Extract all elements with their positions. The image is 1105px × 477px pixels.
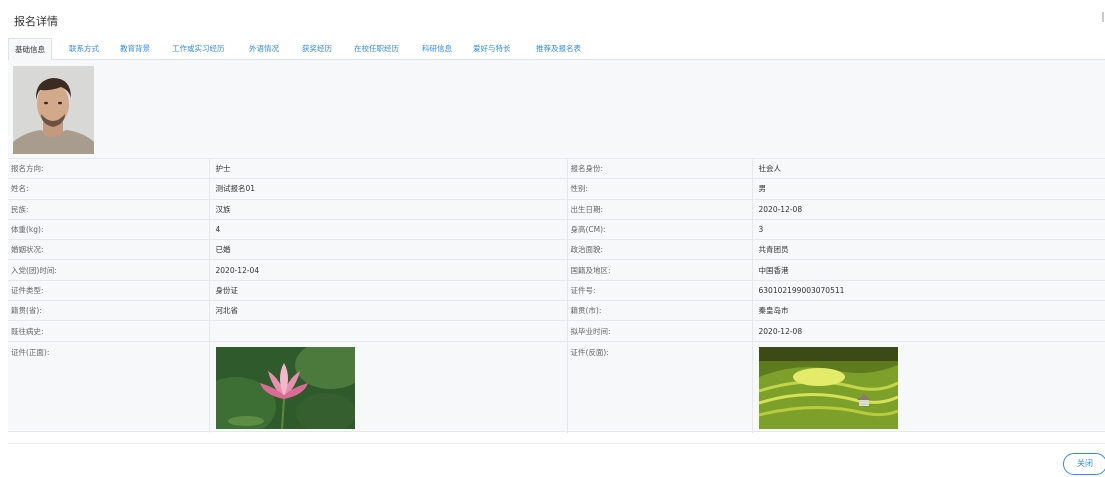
field-label: 民族:	[8, 198, 210, 220]
field-label: 体重(kg):	[8, 218, 210, 240]
field-value: 男	[752, 178, 1105, 200]
tab-contact[interactable]: 联系方式	[69, 38, 99, 60]
table-row: 婚姻状况: 已婚 政治面貌: 共青团员	[8, 239, 1105, 260]
tab-education[interactable]: 教育背景	[120, 38, 150, 60]
tab-hobbies[interactable]: 爱好与特长	[473, 38, 511, 60]
field-value: 已婚	[209, 239, 568, 260]
tab-research[interactable]: 科研信息	[422, 38, 452, 60]
id-back-image[interactable]	[758, 346, 898, 429]
field-label: 证件(反面):	[567, 340, 753, 434]
table-row: 既往病史: 拟毕业时间: 2020-12-08	[8, 320, 1105, 342]
field-value: 社会人	[752, 157, 1105, 179]
field-value: 秦皇岛市	[752, 300, 1105, 321]
field-label: 政治面貌:	[567, 239, 753, 260]
tab-language[interactable]: 外语情况	[249, 38, 279, 60]
field-value: 4	[209, 218, 568, 240]
field-label: 国籍及地区:	[567, 259, 753, 281]
table-row: 体重(kg): 4 身高(CM): 3	[8, 218, 1105, 240]
field-value	[752, 340, 1105, 434]
table-row: 姓名: 测试报名01 性别: 男	[8, 178, 1105, 200]
page-title: 报名详情	[14, 15, 58, 28]
field-value: 2020-12-08	[752, 320, 1105, 342]
close-button[interactable]: 关闭	[1063, 453, 1105, 475]
field-label: 身高(CM):	[567, 218, 753, 240]
field-label: 姓名:	[8, 178, 210, 200]
id-front-image[interactable]	[215, 346, 355, 429]
field-label: 籍贯(省):	[8, 300, 210, 321]
tab-work-experience[interactable]: 工作或实习经历	[172, 38, 225, 60]
field-value	[209, 320, 568, 342]
tab-campus-positions[interactable]: 在校任职经历	[354, 38, 399, 60]
field-value: 2020-12-04	[209, 259, 568, 281]
table-row: 报名方向: 护士 报名身份: 社会人	[8, 157, 1105, 179]
field-label: 拟毕业时间:	[567, 320, 753, 342]
field-label: 出生日期:	[567, 198, 753, 220]
field-label: 报名身份:	[567, 157, 753, 179]
table-row: 籍贯(省): 河北省 籍贯(市): 秦皇岛市	[8, 300, 1105, 321]
field-label: 证件类型:	[8, 279, 210, 301]
field-label: 证件号:	[567, 279, 753, 301]
tab-recommendation[interactable]: 推荐及报名表	[536, 38, 581, 60]
field-value: 护士	[209, 157, 568, 179]
field-value: 测试报名01	[209, 178, 568, 200]
field-label: 证件(正面):	[8, 340, 210, 434]
table-row: 民族: 汉族 出生日期: 2020-12-08	[8, 198, 1105, 220]
info-table: 报名方向: 护士 报名身份: 社会人 姓名: 测试报名01 性别: 男 民族: …	[8, 157, 1105, 434]
field-label: 入党(团)时间:	[8, 259, 210, 281]
tab-awards[interactable]: 获奖经历	[302, 38, 332, 60]
table-row: 证件类型: 身份证 证件号: 630102199003070511	[8, 279, 1105, 301]
field-value: 河北省	[209, 300, 568, 321]
table-row: 入党(团)时间: 2020-12-04 国籍及地区: 中国香港	[8, 259, 1105, 281]
avatar	[13, 66, 94, 154]
field-value: 2020-12-08	[752, 198, 1105, 220]
field-label: 报名方向:	[8, 157, 210, 179]
field-value: 共青团员	[752, 239, 1105, 260]
field-label: 既往病史:	[8, 320, 210, 342]
field-label: 婚姻状况:	[8, 239, 210, 260]
field-value: 630102199003070511	[752, 279, 1105, 301]
field-value	[209, 340, 568, 434]
tab-bar: 基础信息 联系方式 教育背景 工作或实习经历 外语情况 获奖经历 在校任职经历 …	[8, 38, 1105, 61]
field-value: 汉族	[209, 198, 568, 220]
field-value: 身份证	[209, 279, 568, 301]
scroll-indicator	[1102, 12, 1104, 22]
field-label: 籍贯(市):	[567, 300, 753, 321]
table-row: 证件(正面): 证件(反面):	[8, 340, 1105, 434]
field-value: 3	[752, 218, 1105, 240]
field-label: 性别:	[567, 178, 753, 200]
tab-basic-info[interactable]: 基础信息	[8, 38, 52, 61]
basic-info-panel: 报名方向: 护士 报名身份: 社会人 姓名: 测试报名01 性别: 男 民族: …	[8, 60, 1105, 434]
footer-divider	[8, 443, 1105, 444]
field-value: 中国香港	[752, 259, 1105, 281]
